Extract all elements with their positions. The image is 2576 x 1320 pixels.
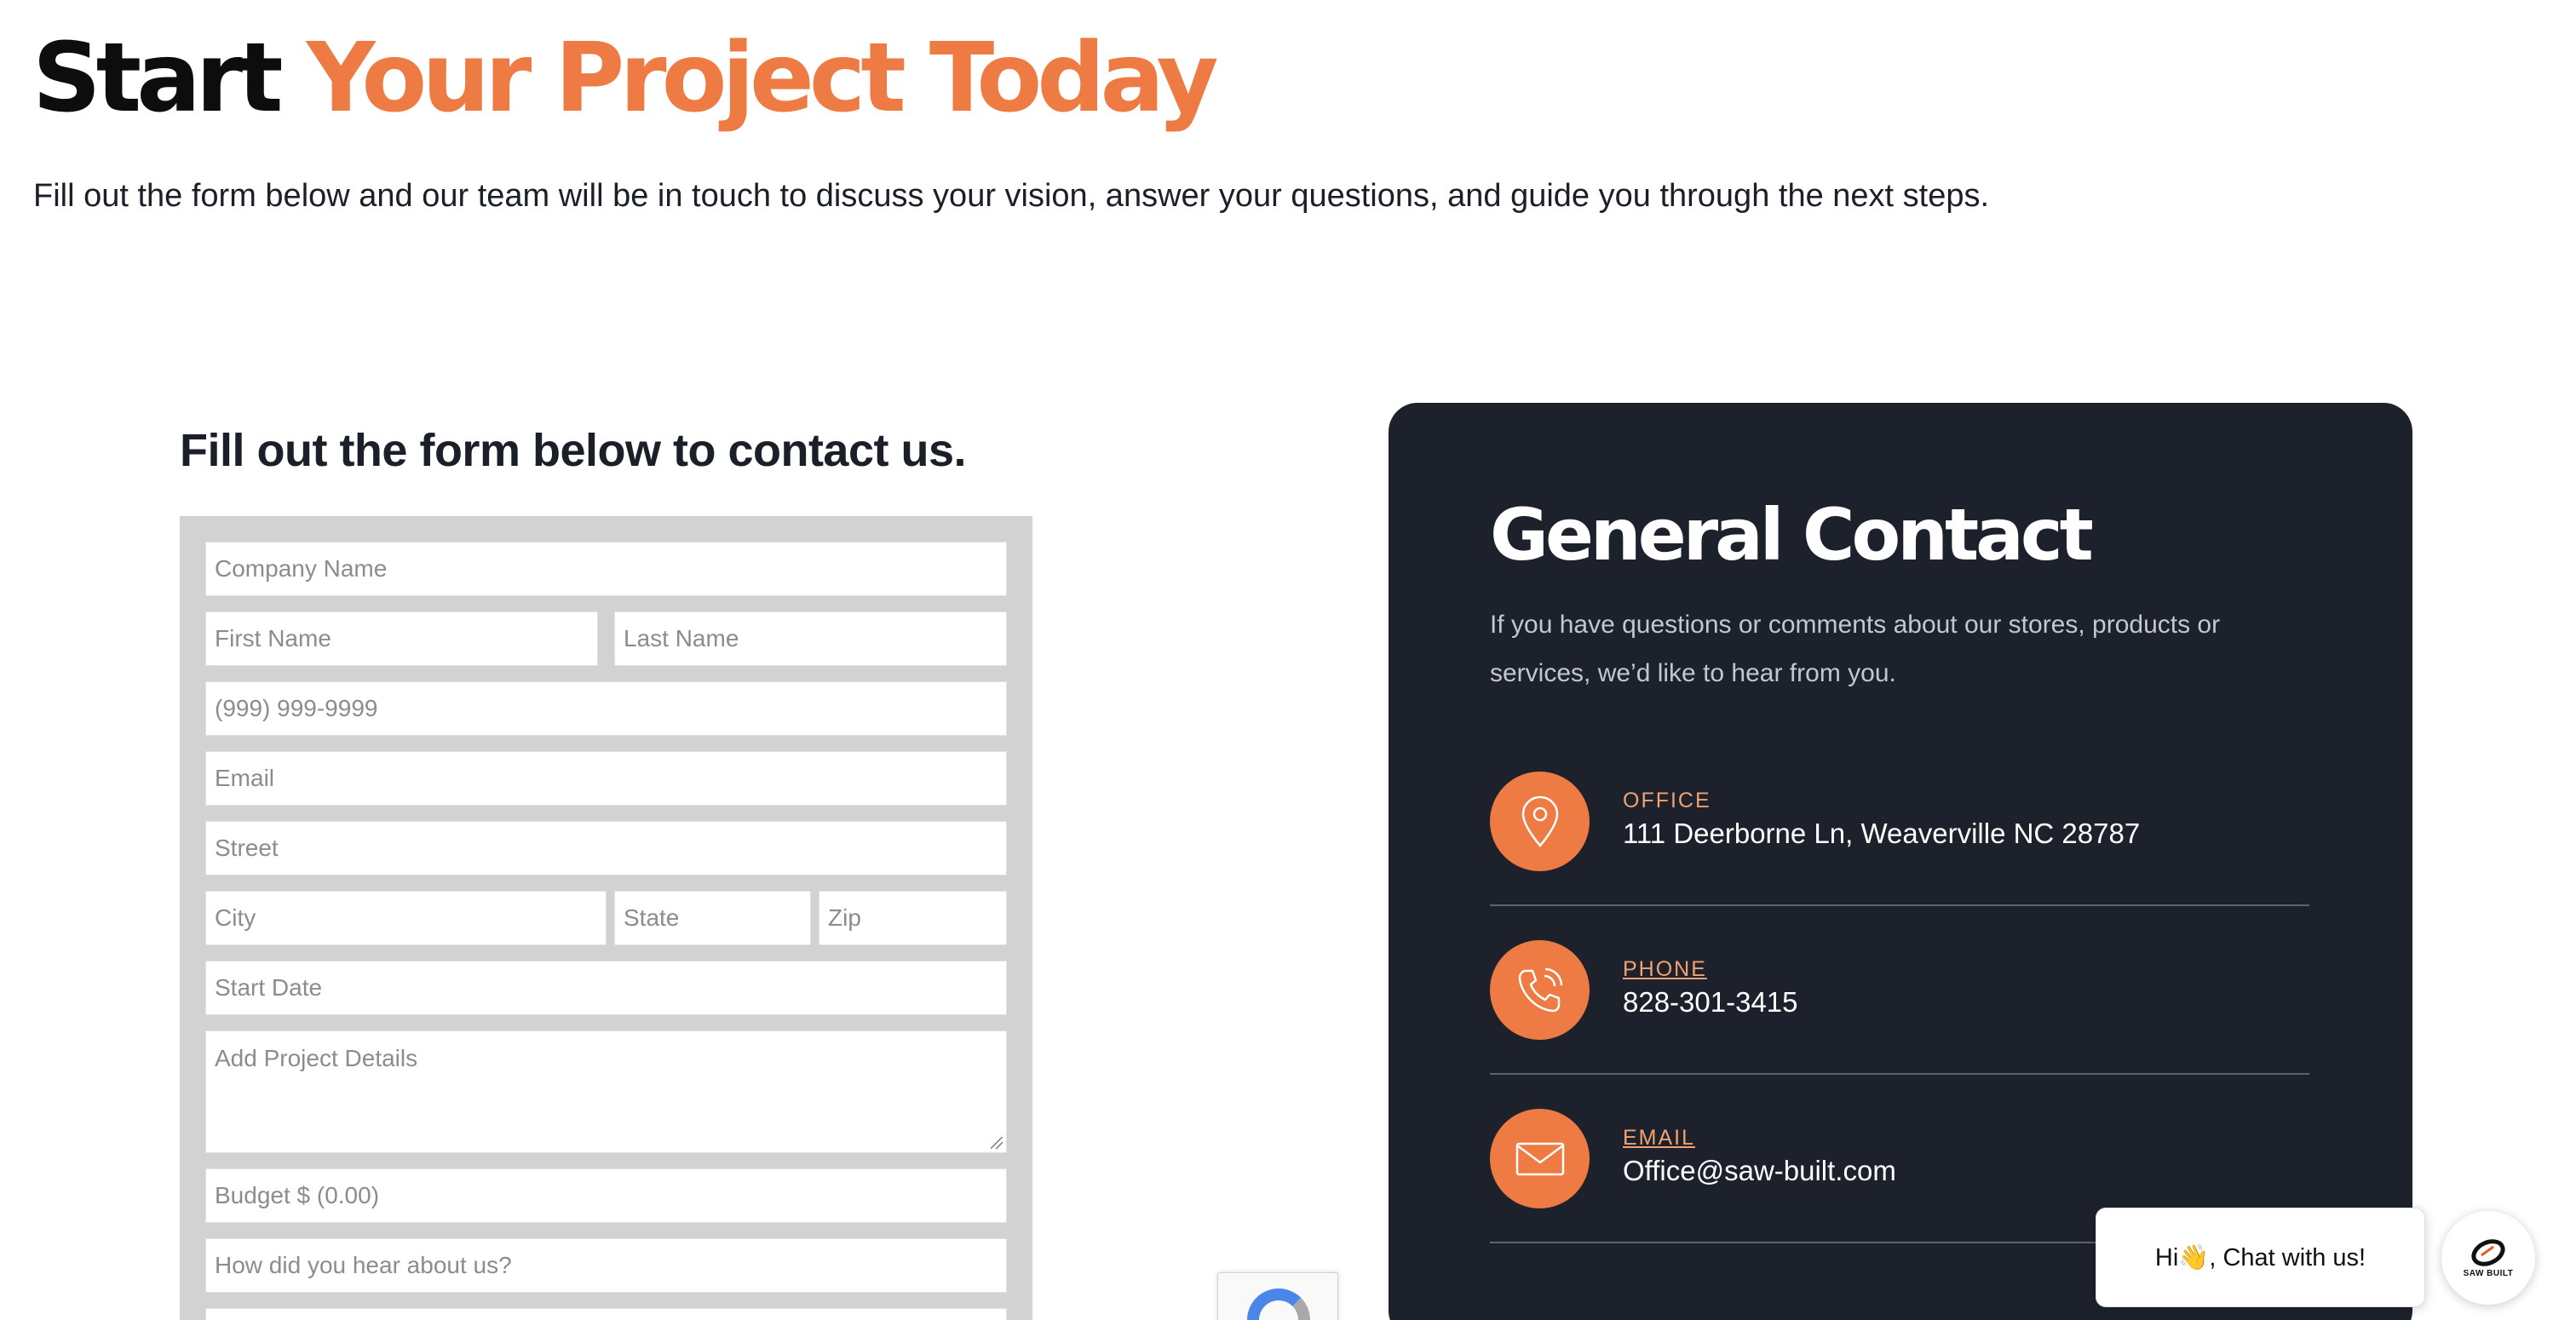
email-input[interactable]: Email <box>205 751 1007 806</box>
page-title-highlight: Your Project Today <box>306 23 1219 134</box>
phone-input[interactable]: (999) 999-9999 <box>205 681 1007 736</box>
brand-logo-icon <box>2471 1238 2505 1266</box>
street-input[interactable]: Street <box>205 821 1007 875</box>
recaptcha-icon <box>1247 1288 1310 1320</box>
email-address: Office@saw-built.com <box>1623 1155 1896 1186</box>
phone-label-link[interactable]: PHONE <box>1623 957 1707 982</box>
form-next-field[interactable] <box>205 1308 1007 1320</box>
state-input[interactable]: State <box>614 891 811 945</box>
zip-input[interactable]: Zip <box>819 891 1007 945</box>
chat-launcher-button[interactable]: SAW BUILT <box>2441 1211 2535 1305</box>
recaptcha-badge[interactable] <box>1217 1272 1338 1320</box>
resize-handle-icon[interactable] <box>991 1137 1003 1149</box>
card-title: General Contact <box>1490 493 2094 577</box>
project-details-textarea[interactable]: Add Project Details <box>205 1030 1007 1153</box>
company-name-input[interactable]: Company Name <box>205 542 1007 596</box>
contact-form: Company Name First Name Last Name (999) … <box>180 516 1032 1320</box>
general-contact-card: General Contact If you have questions or… <box>1389 403 2412 1320</box>
card-subtitle: If you have questions or comments about … <box>1490 611 2221 687</box>
referral-input[interactable]: How did you hear about us? <box>205 1238 1007 1293</box>
office-row: OFFICE 111 Deerborne Ln, Weaverville NC … <box>1490 772 2309 940</box>
office-address: 111 Deerborne Ln, Weaverville NC 28787 <box>1623 818 2141 849</box>
email-label-link[interactable]: EMAIL <box>1623 1126 1695 1151</box>
office-label: OFFICE <box>1623 789 1711 812</box>
page-title: Start Your Project Today <box>32 19 1219 138</box>
phone-row[interactable]: PHONE 828-301-3415 <box>1490 940 2309 1109</box>
chat-bubble[interactable]: Hi👋, Chat with us! <box>2096 1208 2425 1307</box>
phone-icon <box>1490 940 1590 1040</box>
map-pin-icon <box>1490 772 1590 871</box>
divider <box>1490 1073 2309 1075</box>
city-input[interactable]: City <box>205 891 607 945</box>
phone-number: 828-301-3415 <box>1623 986 1798 1018</box>
brand-logo-text: SAW BUILT <box>2463 1268 2514 1278</box>
page-title-start: Start <box>32 23 284 134</box>
divider <box>1490 904 2309 906</box>
page-subtitle: Fill out the form below and our team wil… <box>33 178 1990 214</box>
project-details-placeholder: Add Project Details <box>215 1045 418 1071</box>
form-heading: Fill out the form below to contact us. <box>180 425 967 476</box>
start-date-input[interactable]: Start Date <box>205 961 1007 1015</box>
last-name-input[interactable]: Last Name <box>614 611 1007 666</box>
mail-icon <box>1490 1109 1590 1208</box>
budget-input[interactable]: Budget $ (0.00) <box>205 1168 1007 1223</box>
first-name-input[interactable]: First Name <box>205 611 598 666</box>
